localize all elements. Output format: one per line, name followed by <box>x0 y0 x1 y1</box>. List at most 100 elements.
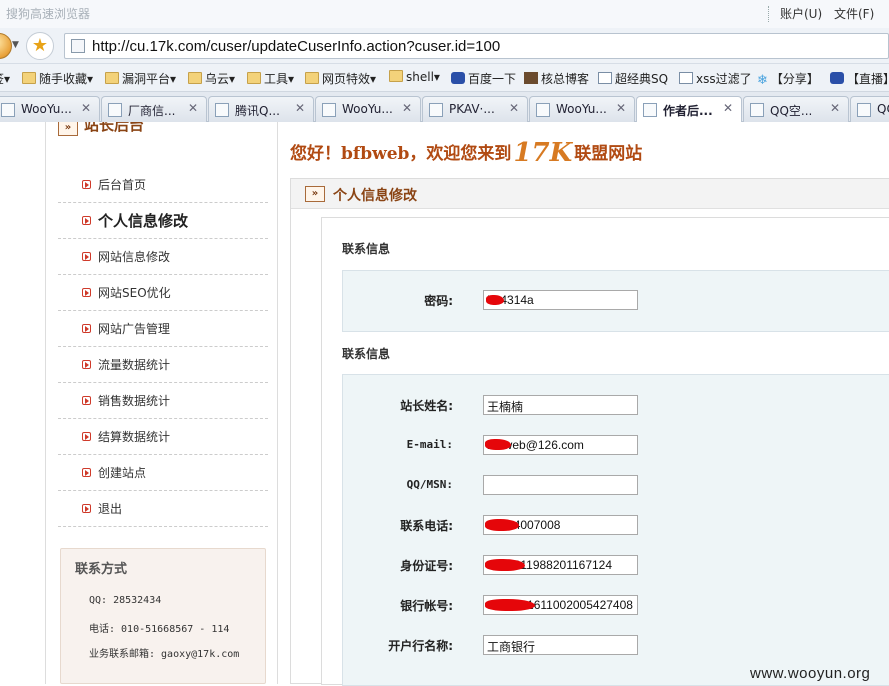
browser-title: 搜狗高速浏览器 <box>6 7 91 21</box>
panel-title: 个人信息修改 <box>333 188 417 204</box>
sidebar-item-settlement[interactable]: 结算数据统计 <box>58 419 268 455</box>
folder-icon <box>188 72 202 84</box>
page-icon <box>857 103 871 117</box>
close-icon[interactable]: ✕ <box>295 101 305 115</box>
favorite-item[interactable]: 随手收藏▾ <box>22 70 93 87</box>
close-icon[interactable]: ✕ <box>188 101 198 115</box>
close-icon[interactable]: ✕ <box>509 101 519 115</box>
favorite-item[interactable]: ❄ 【分享】 <box>757 70 819 88</box>
page-icon <box>322 103 336 117</box>
sidebar-item-ads[interactable]: 网站广告管理 <box>58 311 268 347</box>
arrow-bullet-icon <box>82 432 91 441</box>
section-box: 站长姓名: 王楠楠 E-mail: bfbweb@126.com QQ/MSN:… <box>342 374 889 686</box>
page-icon <box>598 72 612 84</box>
section-title: 联系信息 <box>342 242 391 256</box>
favorite-label: 网页特效▾ <box>322 72 377 86</box>
favorite-item[interactable]: 乌云▾ <box>188 70 235 87</box>
tab-label: QQ <box>877 102 889 116</box>
webmaster-name-field[interactable]: 王楠楠 <box>483 395 638 415</box>
browser-tab[interactable]: QQ <box>850 96 889 122</box>
close-icon[interactable]: ✕ <box>830 101 840 115</box>
webmaster-name-value: 王楠楠 <box>487 400 524 414</box>
close-icon[interactable]: ✕ <box>616 101 626 115</box>
welcome-text: 您好！bfbweb，欢迎您来到 <box>290 144 512 164</box>
favorite-item[interactable]: 核总博客 <box>524 70 589 87</box>
qq-msn-field[interactable] <box>483 475 638 495</box>
tab-label: WooYu... <box>21 102 72 116</box>
sidebar-heading-text: 站长后台 <box>84 122 145 134</box>
folder-icon <box>105 72 119 84</box>
favorite-item[interactable]: 网页特效▾ <box>305 70 376 87</box>
favorite-item[interactable]: 超经典SQ <box>598 70 668 87</box>
browser-tab[interactable]: WooYu... ✕ <box>0 96 100 122</box>
close-icon[interactable]: ✕ <box>723 101 733 115</box>
bank-name-field[interactable]: 工商银行 <box>483 635 638 655</box>
snowflake-icon: ❄ <box>757 73 768 88</box>
sidebar-item-logout[interactable]: 退出 <box>58 491 268 527</box>
favorite-label: 核总博客 <box>541 72 590 86</box>
favorite-item[interactable]: xss过滤了 <box>679 70 752 87</box>
close-icon[interactable]: ✕ <box>81 101 91 115</box>
arrow-bullet-icon <box>82 180 91 189</box>
sidebar-item-sales[interactable]: 销售数据统计 <box>58 383 268 419</box>
favorite-item[interactable]: 工具▾ <box>247 70 294 87</box>
browser-tab[interactable]: WooYu... ✕ <box>529 96 635 122</box>
browser-tab[interactable]: PKAV·... ✕ <box>422 96 528 122</box>
sidebar-item-seo[interactable]: 网站SEO优化 <box>58 275 268 311</box>
address-bar[interactable]: http://cu.17k.com/cuser/updateCuserInfo.… <box>64 33 889 59</box>
close-icon[interactable]: ✕ <box>402 101 412 115</box>
bank-name-label: 开户行名称: <box>388 639 453 653</box>
id-number-label: 身份证号: <box>400 559 453 573</box>
phone-field[interactable]: 13264007008 <box>483 515 638 535</box>
page-icon <box>1 103 15 117</box>
back-button[interactable] <box>0 33 12 59</box>
sidebar-item-label: 流量数据统计 <box>98 358 171 372</box>
brand-logo: 17K <box>513 138 573 168</box>
password-field[interactable]: 524314a <box>483 290 638 310</box>
contact-email: 业务联系邮箱: gaoxy@17k.com <box>89 649 240 660</box>
sidebar-item-label: 结算数据统计 <box>98 430 171 444</box>
sidebar-heading: » 站长后台 <box>56 122 266 138</box>
sidebar-item-profile[interactable]: 个人信息修改 <box>58 203 268 239</box>
favorite-item[interactable]: 【直播】 <box>830 70 889 87</box>
browser-tab[interactable]: 厂商信... ✕ <box>101 96 207 122</box>
sidebar-item-site-info[interactable]: 网站信息修改 <box>58 239 268 275</box>
contact-box: 联系方式 QQ: 28532434 电话: 010-51668567 - 114… <box>60 548 266 684</box>
favorite-item[interactable]: 漏洞平台▾ <box>105 70 176 87</box>
sidebar-item-traffic[interactable]: 流量数据统计 <box>58 347 268 383</box>
menu-account[interactable]: 账户(U) <box>780 5 822 22</box>
address-url[interactable]: http://cu.17k.com/cuser/updateCuserInfo.… <box>92 38 500 55</box>
redaction-mark <box>485 599 535 611</box>
id-number-field[interactable]: 3714211988201167124 <box>483 555 638 575</box>
favorite-star-icon[interactable]: ★ <box>26 32 54 60</box>
sidebar-item-create-site[interactable]: 创建站点 <box>58 455 268 491</box>
section-title: 联系信息 <box>342 347 391 361</box>
page-icon <box>71 39 85 53</box>
browser-tab-active[interactable]: 作者后... ✕ <box>636 96 742 123</box>
section-box: 密码: 524314a <box>342 270 889 332</box>
favorite-item[interactable]: shell▾ <box>389 70 440 84</box>
menu-file[interactable]: 文件(F) <box>834 5 874 22</box>
folder-icon <box>389 70 403 82</box>
favorite-item[interactable]: 签▾ <box>0 70 10 87</box>
arrow-bullet-icon <box>82 396 91 405</box>
sidebar-item-label: 网站信息修改 <box>98 250 171 264</box>
tab-label: WooYu... <box>556 102 607 116</box>
arrow-bullet-icon <box>82 360 91 369</box>
bank-account-field[interactable]: 9558821611002005427408 <box>483 595 638 615</box>
email-field[interactable]: bfbweb@126.com <box>483 435 638 455</box>
sidebar-item-home[interactable]: 后台首页 <box>58 167 268 203</box>
contact-heading: 联系方式 <box>75 562 128 577</box>
page-icon <box>750 103 764 117</box>
redaction-mark <box>485 559 525 571</box>
page-icon <box>643 103 657 117</box>
page-icon <box>429 103 443 117</box>
browser-tab[interactable]: 腾讯Q... ✕ <box>208 96 314 122</box>
browser-tab[interactable]: QQ空... ✕ <box>743 96 849 122</box>
favorite-label: 【分享】 <box>770 72 819 86</box>
browser-tab[interactable]: WooYu... ✕ <box>315 96 421 122</box>
chevron-down-icon[interactable]: ▼ <box>12 40 19 50</box>
favorite-item[interactable]: 百度一下 <box>451 70 516 87</box>
qq-msn-label: QQ/MSN: <box>406 478 453 491</box>
favorite-label: 【直播】 <box>847 72 889 86</box>
